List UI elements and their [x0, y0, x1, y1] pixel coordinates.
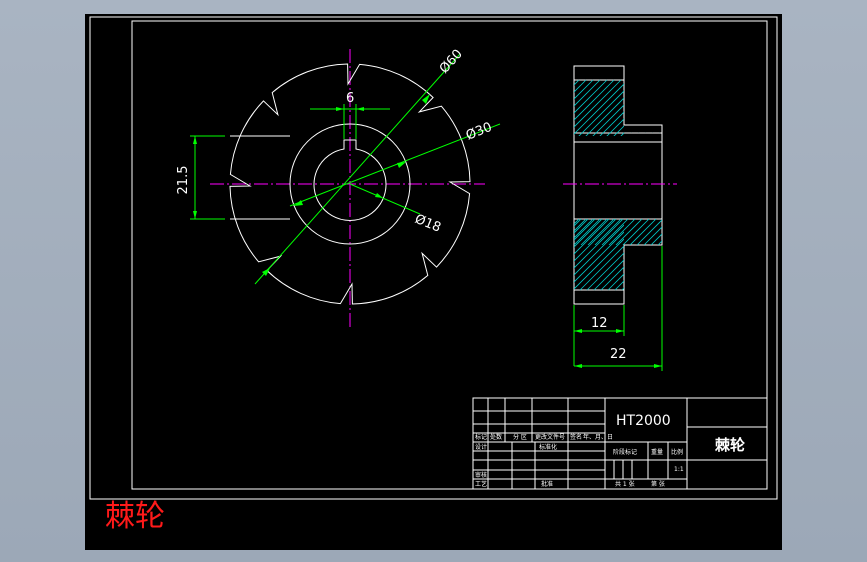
section-view: 12 22 [563, 65, 677, 371]
dim-key-depth-label: 21.5 [176, 166, 191, 195]
dim-bore-diameter: Ø18 [349, 183, 443, 236]
tb-stage-mark: 阶段标记 [613, 448, 637, 456]
front-view: 6 21.5 Ø60 Ø30 Ø18 [176, 47, 501, 327]
tb-ratio: 比例 [671, 448, 683, 456]
tb-review: 审核 [475, 471, 487, 479]
outer-border [89, 16, 778, 500]
title-block: HT2000 棘轮 标记 处数 分 区 更改文件号 签名 年、月、日 设计 标准… [472, 397, 768, 490]
tb-designer: 设计 [475, 443, 487, 451]
section-hatching-bottom [574, 219, 624, 291]
tb-scale-value: 1:1 [674, 466, 684, 473]
tb-col-signature: 签名 [570, 433, 582, 441]
tb-col-zone: 分 区 [513, 433, 527, 441]
cad-drawing: 6 21.5 Ø60 Ø30 Ø18 12 22 HT2000 棘轮 标记 处数… [89, 16, 778, 500]
tb-col-change-doc: 更改文件号 [535, 433, 565, 441]
inner-frame [131, 20, 768, 490]
dim-key-width-label: 6 [346, 91, 354, 106]
tb-approve: 批准 [541, 480, 553, 488]
material-label: HT2000 [616, 413, 671, 429]
dim-total-width-label: 22 [610, 347, 627, 362]
dim-hub-width-label: 12 [591, 316, 608, 331]
drawing-caption: 棘轮 [105, 499, 165, 534]
dim-key-depth: 21.5 [176, 135, 225, 220]
section-hatching-bottom-flange [574, 219, 662, 245]
section-hatching-top-flange [575, 132, 660, 133]
dim-middle-diameter-label: Ø30 [464, 120, 494, 144]
tb-sheets-total: 共 1 张 [615, 480, 635, 488]
tb-col-mark: 标记 [475, 433, 487, 441]
drawing-sheet: 6 21.5 Ø60 Ø30 Ø18 12 22 HT2000 棘轮 标记 处数… [85, 14, 782, 550]
tb-process: 工艺 [475, 480, 487, 488]
tb-standardize: 标准化 [539, 443, 557, 451]
part-name-label: 棘轮 [715, 436, 745, 454]
tb-sheet-number: 第 张 [651, 480, 665, 488]
dim-outer-diameter-label: Ø60 [437, 47, 466, 77]
tb-col-date: 年、月、日 [583, 433, 613, 441]
tb-col-count: 处数 [490, 433, 502, 441]
dim-bore-diameter-label: Ø18 [413, 212, 443, 236]
dim-total-width: 22 [574, 246, 663, 371]
tb-weight: 重量 [651, 448, 663, 456]
